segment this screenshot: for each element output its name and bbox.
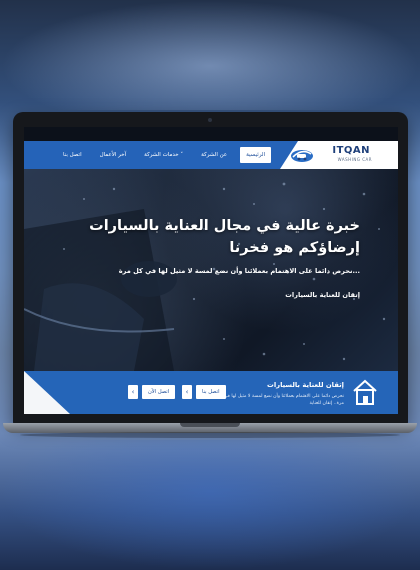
car-logo-icon xyxy=(291,150,313,162)
logo-name: ITQAN xyxy=(332,145,370,156)
feature-text: نحرص دائما على الاهتمام بعملائنا وأن نضع… xyxy=(216,394,344,406)
logo-tagline: WASHING CAR xyxy=(337,157,372,162)
chevron-left-icon-2[interactable]: ‹ xyxy=(128,385,138,399)
call-now-button[interactable]: اتصل الآن xyxy=(142,385,176,399)
laptop-notch xyxy=(180,423,240,427)
nav-item-contact[interactable]: اتصل بنا xyxy=(54,141,91,169)
hero-tagline: إتقان للعناية بالسيارات xyxy=(285,291,360,299)
background-blur-bottom xyxy=(0,440,420,570)
laptop-camera xyxy=(208,118,212,122)
nav-item-home[interactable]: الرئيسية xyxy=(240,147,272,163)
nav-menu: الرئيسية عن الشركة خدمات الشركة ˅ آخر ال… xyxy=(54,141,275,169)
contact-button[interactable]: اتصل بنا xyxy=(196,385,226,399)
hero-title-line2: إرضاؤكم هو فخرنا xyxy=(229,240,360,256)
hero-title: خبرة عالية في مجال العناية بالسيارات إرض… xyxy=(60,215,360,259)
laptop-shadow xyxy=(20,432,400,438)
laptop-screen: ITQAN WASHING CAR الرئيسية عن الشركة خدم… xyxy=(24,127,398,414)
hero-title-line1: خبرة عالية في مجال العناية بالسيارات xyxy=(89,218,360,234)
feature-title: إتقان للعناية بالسيارات xyxy=(267,381,344,389)
nav-item-services[interactable]: خدمات الشركة ˅ xyxy=(135,141,192,169)
chevron-left-icon[interactable]: ‹ xyxy=(182,385,192,399)
house-icon xyxy=(353,379,377,405)
nav-item-works[interactable]: آخر الأعمال xyxy=(91,141,136,169)
hero-description: نحرص دائما على الاهتمام بعملائنا وأن نضع… xyxy=(118,267,360,275)
browser-top-strip xyxy=(24,127,398,141)
background-blur-top xyxy=(0,0,420,110)
nav-item-about[interactable]: عن الشركة xyxy=(192,141,236,169)
